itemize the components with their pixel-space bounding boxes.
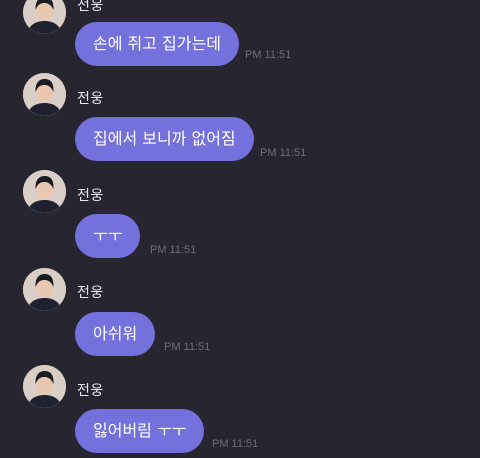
message-bubble[interactable]: 잃어버림 ㅜㅜ [75, 409, 205, 453]
profile-photo-icon [23, 268, 66, 311]
sender-name: 전웅 [77, 285, 104, 301]
sender-avatar[interactable] [23, 170, 66, 213]
sender-avatar[interactable] [23, 365, 66, 408]
sender-name: 전웅 [77, 91, 104, 107]
sender-name: 전웅 [77, 188, 104, 204]
profile-photo-icon [23, 365, 66, 408]
message-time: PM 11:51 [212, 438, 259, 450]
sender-name: 전웅 [77, 383, 104, 399]
profile-photo-icon [23, 170, 66, 213]
chat-message: 전웅 ㅜㅜ PM 11:51 [0, 120, 480, 258]
profile-photo-icon [23, 73, 66, 116]
sender-avatar[interactable] [23, 73, 66, 116]
sender-name: 전웅 [77, 0, 104, 14]
chat-message-list[interactable]: 전웅 손에 쥐고 집가는데 PM 11:51 전웅 집에서 보니까 없어짐 PM… [0, 0, 480, 458]
chat-message: 전웅 잃어버림 ㅜㅜ PM 11:51 [0, 316, 480, 453]
chat-message: 전웅 아쉬워 PM 11:51 [0, 218, 480, 356]
chat-message: 전웅 손에 쥐고 집가는데 PM 11:51 [0, 0, 480, 66]
chat-message: 전웅 집에서 보니까 없어짐 PM 11:51 [0, 22, 480, 161]
sender-avatar[interactable] [23, 268, 66, 311]
